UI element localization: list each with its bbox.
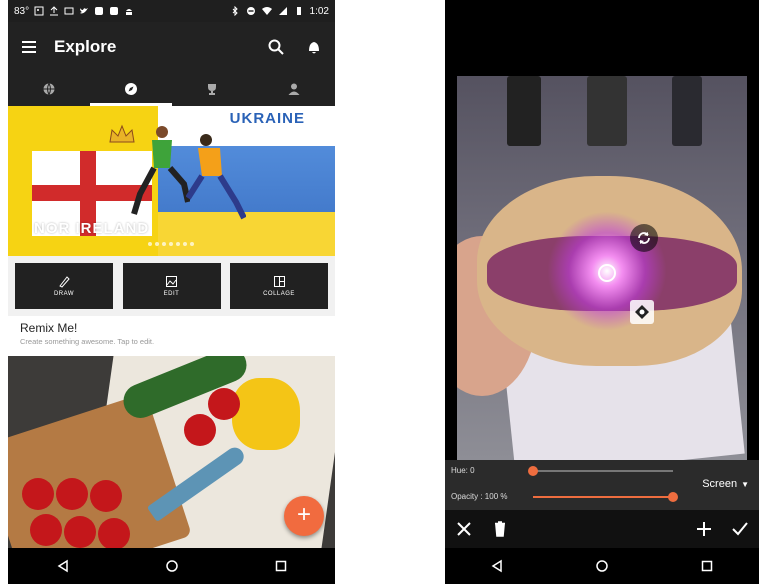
edit-button[interactable]: EDIT [122, 263, 221, 309]
draw-button[interactable]: DRAW [15, 263, 113, 309]
person-icon [288, 83, 300, 95]
edit-canvas-photo[interactable] [457, 76, 747, 460]
edit-action-bar [445, 510, 759, 548]
opacity-label: Opacity : 100 % [451, 492, 508, 501]
image-notification-icon [34, 6, 44, 16]
home-icon[interactable] [165, 559, 179, 573]
gallery-notification-icon [64, 6, 74, 16]
blend-controls: Hue: 0 Opacity : 100 % Screen ▼ [445, 460, 759, 510]
back-icon[interactable] [56, 559, 70, 573]
clock-text: 1:02 [309, 5, 329, 17]
edit-screen: Hue: 0 Opacity : 100 % Screen ▼ [445, 0, 759, 584]
banner-page-indicator [148, 242, 194, 246]
hue-label: Hue: 0 [451, 466, 475, 475]
notifications-bell-icon[interactable] [305, 38, 323, 56]
system-nav-bar [8, 548, 335, 584]
compass-icon [124, 83, 137, 95]
tab-contests[interactable] [172, 72, 254, 106]
brush-icon [58, 276, 70, 288]
opacity-slider-knob[interactable] [668, 492, 678, 502]
banner-country-ukraine: UKRAINE [229, 110, 305, 127]
app-notification-icon-2 [109, 6, 119, 16]
remix-subtitle: Create something awesome. Tap to edit. [20, 337, 155, 346]
twitter-icon [79, 6, 89, 16]
hue-slider[interactable] [533, 470, 673, 472]
banner-country-nor-ireland: NOR IRELAND [34, 220, 150, 237]
collage-button[interactable]: COLLAGE [230, 263, 328, 309]
recents-icon[interactable] [274, 559, 288, 573]
player-green-figure [131, 126, 190, 215]
player-orange-figure [186, 134, 246, 220]
confirm-check-icon[interactable] [731, 520, 749, 538]
tab-globe[interactable] [8, 72, 90, 106]
page-title: Explore [54, 37, 117, 56]
add-fab-button[interactable]: + [284, 496, 324, 536]
hue-slider-knob[interactable] [528, 466, 538, 476]
image-edit-icon [166, 276, 177, 287]
battery-icon [294, 6, 304, 16]
back-icon[interactable] [490, 559, 504, 573]
android-icon [124, 6, 134, 16]
system-nav-bar-right [445, 548, 759, 584]
tab-bar [8, 72, 335, 106]
home-icon[interactable] [595, 559, 609, 573]
status-bar: 83° 1:02 [8, 0, 335, 22]
globe-icon [43, 83, 55, 96]
resize-icon [635, 305, 649, 319]
do-not-disturb-icon [246, 6, 256, 16]
chevron-down-icon: ▼ [741, 480, 749, 489]
recents-icon[interactable] [700, 559, 714, 573]
tab-profile[interactable] [253, 72, 335, 106]
explore-screen: 83° 1:02 Explore UKRAINE NOR IRELAND DRA… [8, 0, 335, 584]
resize-handle[interactable] [630, 300, 654, 324]
tools-row: DRAW EDIT COLLAGE [8, 256, 335, 316]
rotate-handle[interactable] [630, 224, 658, 252]
remix-card-header[interactable]: Remix Me! Create something awesome. Tap … [20, 321, 154, 346]
rotate-icon [638, 232, 650, 244]
upload-icon [49, 6, 59, 16]
temperature-text: 83° [14, 5, 30, 17]
delete-icon[interactable] [491, 520, 509, 538]
remix-title: Remix Me! [20, 321, 78, 335]
blend-mode-dropdown[interactable]: Screen ▼ [702, 478, 749, 490]
wifi-icon [261, 6, 272, 16]
trophy-icon [208, 84, 217, 95]
close-icon[interactable] [455, 520, 473, 538]
search-icon[interactable] [267, 38, 285, 56]
tab-explore[interactable] [89, 72, 172, 106]
add-icon[interactable] [695, 520, 713, 538]
collage-icon [273, 276, 285, 287]
bluetooth-icon [230, 5, 240, 17]
app-notification-icon [94, 6, 104, 16]
menu-icon[interactable] [20, 38, 38, 56]
sticker-center-handle[interactable] [598, 264, 616, 282]
featured-banner[interactable]: UKRAINE NOR IRELAND [8, 106, 335, 256]
signal-icon [278, 6, 288, 16]
opacity-slider[interactable] [533, 496, 673, 498]
app-bar: Explore [8, 22, 335, 72]
